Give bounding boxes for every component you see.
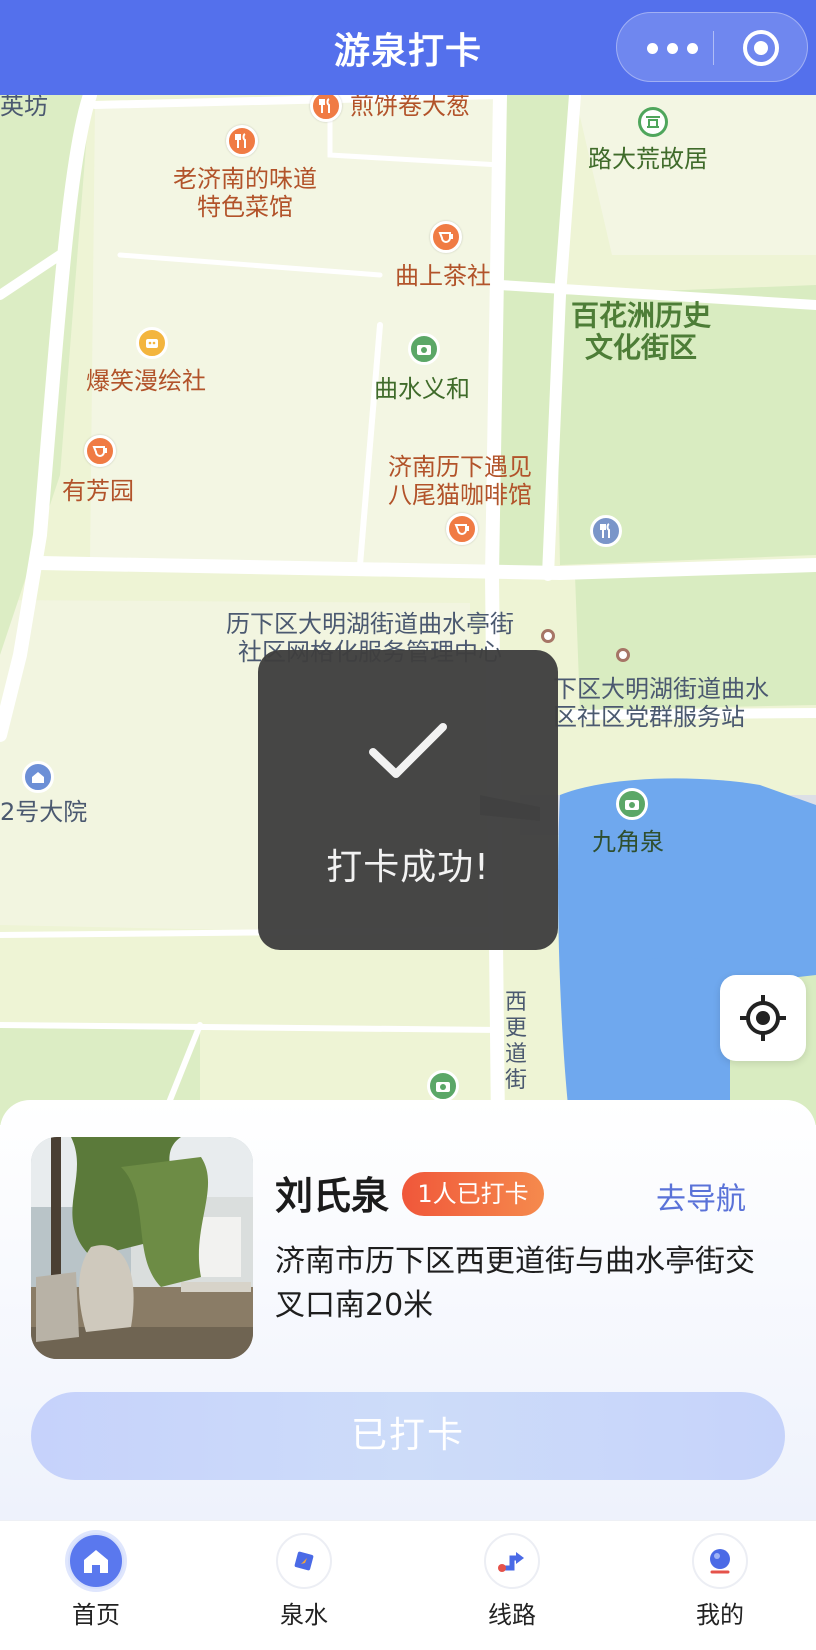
success-toast: 打卡成功! (258, 650, 558, 950)
tab-profile[interactable]: 我的 (665, 1533, 775, 1630)
scenic-icon[interactable] (638, 107, 668, 137)
mini-program-capsule (616, 12, 808, 82)
entertainment-icon[interactable] (136, 327, 168, 359)
more-icon[interactable] (645, 31, 715, 65)
poi-baihuazhou-line2: 文化街区 (584, 331, 697, 364)
tab-routes[interactable]: 线路 (457, 1533, 567, 1630)
capsule-divider (713, 31, 714, 65)
poi-youfang[interactable]: 有芳园 (62, 477, 134, 505)
teahouse-icon[interactable] (84, 435, 116, 467)
camera-icon[interactable] (408, 333, 440, 365)
poi-yingfang[interactable]: 英坊 (0, 95, 48, 120)
spring-photo[interactable] (31, 1137, 253, 1359)
poi-dangqun-line2: 区社区党群服务站 (553, 703, 745, 731)
route-icon (484, 1533, 540, 1589)
road-xigeng: 西更道街 (505, 990, 528, 1093)
poi-dot[interactable] (616, 648, 630, 662)
locate-icon (740, 995, 786, 1041)
poi-dangqun-line1: 下区大明湖街道曲水 (553, 675, 769, 703)
tab-home[interactable]: 首页 (41, 1533, 151, 1630)
poi-daminghu-line1: 历下区大明湖街道曲水亭街 (226, 610, 514, 638)
poi-jinan-cafe-line1: 济南历下遇见 (388, 453, 532, 481)
top-bar: 游泉打卡 (0, 0, 816, 95)
poi-baihuazhou[interactable]: 百花洲历史 文化街区 (556, 300, 726, 364)
navigate-link[interactable]: 去导航 (656, 1174, 746, 1218)
cafe-icon[interactable] (446, 513, 478, 545)
compass-icon (276, 1533, 332, 1589)
poi-laojinan[interactable]: 老济南的味道 特色菜馆 (160, 165, 330, 221)
camera-icon[interactable] (616, 788, 648, 820)
tab-profile-label: 我的 (696, 1601, 744, 1629)
checkmark-icon (369, 723, 447, 778)
poi-dayuan[interactable]: 2号大院 (0, 767, 87, 826)
poi-jiujiao[interactable]: 九角泉 (592, 828, 664, 856)
dining-icon[interactable] (590, 515, 622, 547)
poi-laojinan-line2: 特色菜馆 (197, 193, 293, 221)
restaurant-icon[interactable] (226, 125, 258, 157)
poi-ludahuang[interactable]: 路大荒故居 (588, 145, 708, 173)
checked-in-button[interactable]: 已打卡 (31, 1392, 785, 1480)
tab-springs[interactable]: 泉水 (249, 1533, 359, 1630)
teahouse-icon[interactable] (430, 221, 462, 253)
home-icon (68, 1533, 124, 1589)
poi-dot[interactable] (541, 629, 555, 643)
poi-jianbing[interactable]: 煎饼卷大葱 (350, 95, 470, 120)
spring-info-card: 刘氏泉 1人已打卡 去导航 济南市历下区西更道街与曲水亭街交叉口南20米 已打卡 (0, 1100, 816, 1520)
poi-jinan-cafe[interactable]: 济南历下遇见 八尾猫咖啡馆 (375, 453, 545, 509)
poi-laojinan-line1: 老济南的味道 (173, 165, 317, 193)
poi-qushui[interactable]: 曲水义和 (374, 375, 470, 403)
spring-name: 刘氏泉 (275, 1174, 390, 1218)
spring-address: 济南市历下区西更道街与曲水亭街交叉口南20米 (275, 1244, 755, 1323)
poi-qushang[interactable]: 曲上茶社 (395, 262, 491, 290)
poi-baoxiao[interactable]: 爆笑漫绘社 (86, 367, 206, 395)
locate-button[interactable] (720, 975, 806, 1061)
poi-dayuan-text: 2号大院 (0, 798, 88, 826)
tab-springs-label: 泉水 (280, 1601, 328, 1629)
map-view[interactable]: 煎饼卷大葱 英坊 老济南的味道 特色菜馆 路大荒故居 曲上茶社 百花洲历史 文化… (0, 95, 816, 1125)
poi-dangqun[interactable]: 下区大明湖街道曲水 区社区党群服务站 (553, 675, 769, 731)
close-icon[interactable] (743, 30, 779, 66)
tab-home-label: 首页 (72, 1601, 120, 1629)
camera-icon[interactable] (427, 1070, 459, 1102)
poi-baihuazhou-line1: 百花洲历史 (570, 299, 711, 332)
poi-jinan-cafe-line2: 八尾猫咖啡馆 (388, 481, 532, 509)
tab-bar: 首页 泉水 线路 我的 (0, 1520, 816, 1650)
tab-routes-label: 线路 (488, 1601, 536, 1629)
profile-icon (692, 1533, 748, 1589)
toast-message: 打卡成功! (326, 847, 490, 888)
checkin-count-badge: 1人已打卡 (402, 1172, 544, 1216)
